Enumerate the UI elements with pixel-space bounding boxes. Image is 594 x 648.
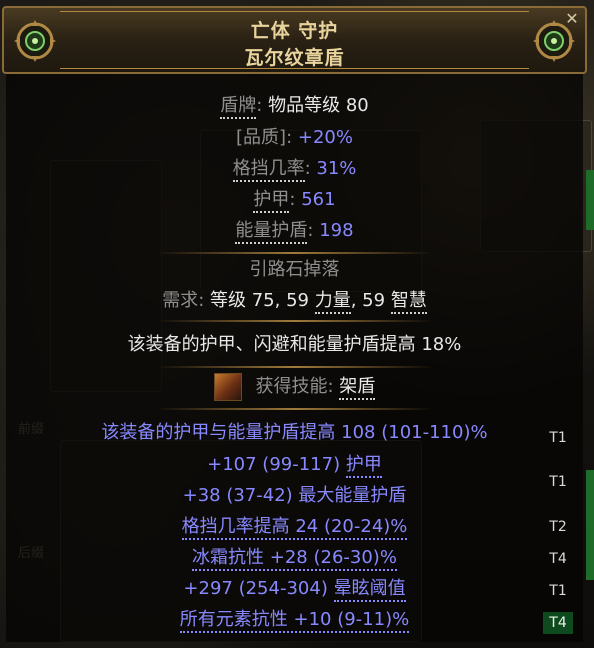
explicit-mod: +38 (37-42) 最大能量护盾 xyxy=(6,484,583,508)
req-int-label: 智慧 xyxy=(390,290,427,314)
item-name-line1: 亡体 守护 xyxy=(250,20,339,42)
mod-tier-badge: T4 xyxy=(549,551,567,567)
separator xyxy=(156,320,433,322)
item-tooltip: ✕ 亡体 守护 瓦尔纹章盾 盾牌: 物品等级 80 [品质]: +20% 格挡几… xyxy=(2,6,587,642)
explicit-mod: 冰霜抗性 +28 (26-30)% xyxy=(6,546,583,571)
implicit-mod: 该装备的护甲、闪避和能量护盾提高 18% xyxy=(6,333,583,357)
quality-value: +20% xyxy=(297,127,353,148)
mod-tier-badge: T4 xyxy=(543,612,573,634)
block-label: 格挡几率 xyxy=(232,158,305,182)
req-level-value: 75 xyxy=(251,290,275,311)
armour-label: 护甲 xyxy=(253,189,290,213)
mod-text: +107 (99-117) xyxy=(207,454,341,475)
mod-text: 格挡几率提高 24 (20-24)% xyxy=(181,516,408,540)
mod-text: 冰霜抗性 +28 (26-30)% xyxy=(192,547,397,571)
tooltip-body: 盾牌: 物品等级 80 [品质]: +20% 格挡几率: 31% 护甲: 561… xyxy=(6,74,583,642)
item-base-type: 瓦尔纹章盾 xyxy=(244,47,345,69)
armour-value: 561 xyxy=(301,189,336,210)
explicit-mod: +107 (99-117) 护甲 xyxy=(6,453,583,478)
separator xyxy=(156,366,433,368)
skill-gem-icon xyxy=(213,373,242,401)
bg-green-bar xyxy=(586,170,594,230)
bg-green-bar xyxy=(586,470,594,580)
mod-keyword: 护甲 xyxy=(345,454,382,478)
mod-tier-badge: T1 xyxy=(549,430,567,446)
req-level-label: 等级 xyxy=(209,290,246,311)
implicit-text: 该装备的护甲、闪避和能量护盾提高 18% xyxy=(127,334,462,355)
tooltip-header: ✕ 亡体 守护 瓦尔纹章盾 xyxy=(2,6,587,74)
mod-text: +38 (37-42) 最大能量护盾 xyxy=(182,485,407,506)
mod-text: 所有元素抗性 +10 (9-11)% xyxy=(179,609,410,633)
explicit-mod: 所有元素抗性 +10 (9-11)% xyxy=(6,608,583,633)
requirements-label: 需求 xyxy=(162,290,199,311)
separator xyxy=(156,408,433,410)
energy-shield-label: 能量护盾 xyxy=(235,220,308,244)
requirements-line: 需求: 等级 75, 59 力量, 59 智慧 xyxy=(6,289,583,314)
granted-skill-label: 获得技能 xyxy=(255,376,328,397)
quality-label: [品质] xyxy=(236,127,287,148)
type-label: 盾牌 xyxy=(220,95,257,119)
item-type-line: 盾牌: 物品等级 80 xyxy=(6,94,583,119)
armour-line: 护甲: 561 xyxy=(6,188,583,213)
quality-line: [品质]: +20% xyxy=(236,127,353,148)
granted-skill-name[interactable]: 架盾 xyxy=(339,376,376,400)
explicit-mod: 格挡几率提高 24 (20-24)% xyxy=(6,515,583,540)
req-str-value: 59 xyxy=(286,290,309,311)
item-level-value: 80 xyxy=(345,95,369,116)
granted-skill-line: 获得技能: 架盾 xyxy=(6,373,583,401)
item-level-label: 物品等级 xyxy=(268,95,341,116)
source-text: 引路石掉落 xyxy=(249,259,340,280)
explicit-mod: +297 (254-304) 晕眩阈值 xyxy=(6,577,583,602)
mod-text: 该装备的护甲与能量护盾提高 xyxy=(101,422,336,443)
mod-keyword: 晕眩阈值 xyxy=(333,578,406,602)
separator xyxy=(156,252,433,254)
req-str-label: 力量 xyxy=(314,290,351,314)
block-line: 格挡几率: 31% xyxy=(6,157,583,182)
req-int-value: 59 xyxy=(362,290,386,311)
mod-value: 108 (101-110)% xyxy=(341,422,488,443)
block-value: 31% xyxy=(316,158,357,179)
mod-tier-badge: T1 xyxy=(549,583,567,599)
energy-shield-line: 能量护盾: 198 xyxy=(6,219,583,244)
source-line: 引路石掉落 xyxy=(6,258,583,282)
explicit-mod: 该装备的护甲与能量护盾提高 108 (101-110)% xyxy=(6,421,583,445)
energy-shield-value: 198 xyxy=(319,220,354,241)
mod-text: +297 (254-304) xyxy=(183,578,328,599)
